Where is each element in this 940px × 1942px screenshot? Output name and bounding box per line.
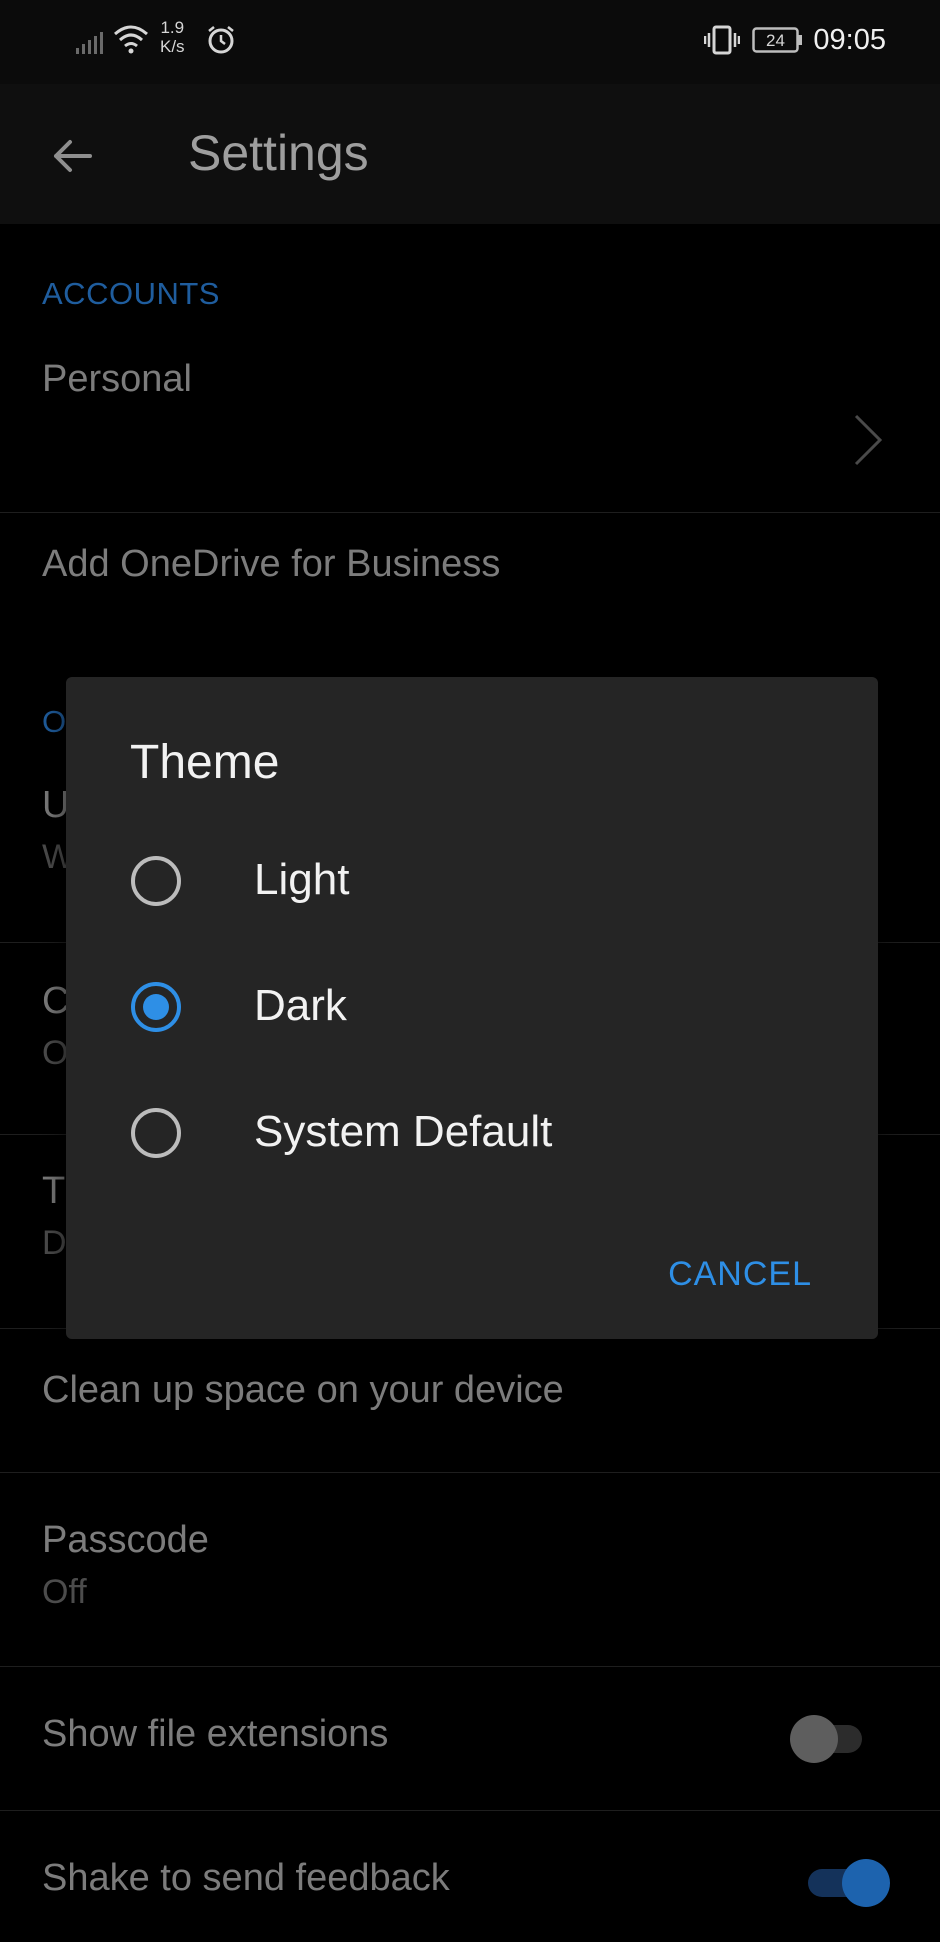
radio-unchecked-icon[interactable]	[130, 1107, 182, 1159]
theme-option-system-default-label: System Default	[254, 1107, 553, 1156]
cancel-button[interactable]: CANCEL	[662, 1247, 818, 1302]
dialog-title: Theme	[130, 736, 280, 789]
theme-option-dark[interactable]: Dark	[66, 951, 878, 1061]
radio-checked-icon[interactable]	[130, 981, 182, 1033]
theme-option-system-default[interactable]: System Default	[66, 1077, 878, 1187]
theme-option-light[interactable]: Light	[66, 825, 878, 935]
theme-option-dark-label: Dark	[254, 981, 347, 1030]
theme-dialog: Theme Light Dark System Default CANCEL	[66, 677, 878, 1339]
radio-unchecked-icon[interactable]	[130, 855, 182, 907]
theme-option-light-label: Light	[254, 855, 350, 904]
